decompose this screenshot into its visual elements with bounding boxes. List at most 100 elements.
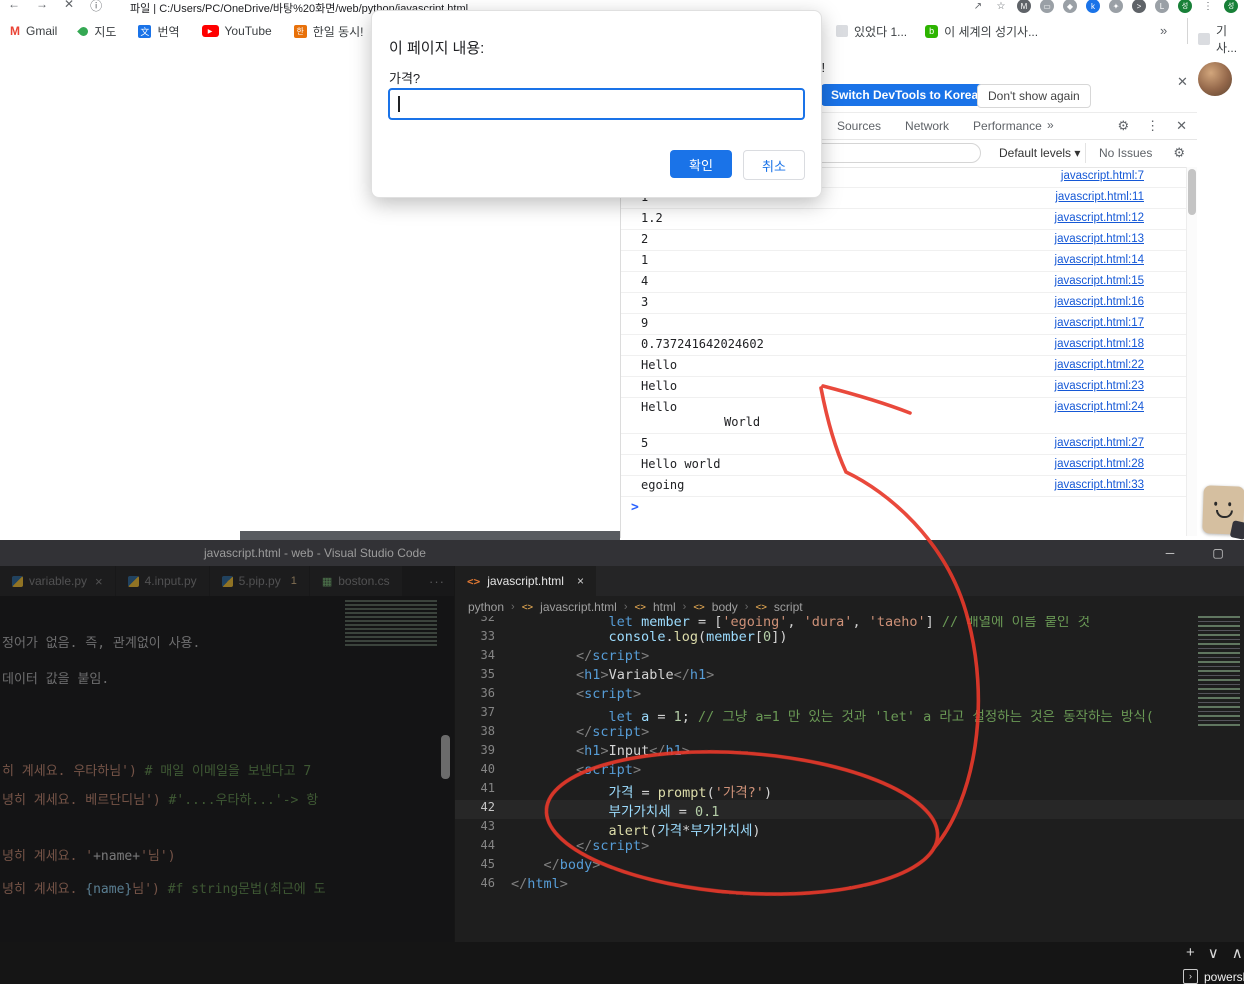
scrollbar-thumb[interactable] [1188, 169, 1196, 215]
bookmark-star-icon[interactable]: ☆ [994, 0, 1008, 13]
code-text[interactable]: let a = 1; // 그냥 a=1 만 있는 것과 'let' a 라고 … [511, 705, 1154, 725]
line-number[interactable]: 40 [455, 762, 511, 781]
forward-icon[interactable]: → [36, 0, 48, 14]
left-editor-code-line[interactable]: 녕히 계세요. '+name+'님') [2, 845, 176, 864]
stop-icon[interactable]: ✕ [64, 0, 74, 14]
code-text[interactable]: let member = ['egoing', 'dura', 'taeho']… [511, 616, 1090, 630]
kebab-menu-icon[interactable]: ⋮ [1146, 118, 1159, 134]
editor-tab[interactable]: 4.input.py [115, 566, 210, 596]
extension-icon-code[interactable]: > [1132, 0, 1146, 13]
profile-avatar[interactable] [1198, 62, 1232, 96]
line-number[interactable]: 38 [455, 724, 511, 743]
back-icon[interactable]: ← [8, 0, 20, 14]
console-source-link[interactable]: javascript.html:16 [1055, 295, 1144, 310]
line-number[interactable]: 46 [455, 876, 511, 895]
log-levels-dropdown[interactable]: Default levels ▾ [999, 146, 1080, 160]
devtools-close-icon[interactable]: ✕ [1176, 118, 1187, 134]
code-text[interactable]: <h1>Variable</h1> [511, 667, 714, 686]
profile-badge-icon-2[interactable]: 성 [1224, 0, 1238, 13]
code-text[interactable]: 부가가치세 = 0.1 [511, 800, 720, 820]
line-number[interactable]: 33 [455, 629, 511, 648]
devtools-tab-sources[interactable]: Sources [837, 119, 881, 133]
minimap[interactable] [1198, 616, 1240, 728]
tab-close-icon[interactable]: × [95, 574, 103, 589]
menu-kebab-icon[interactable]: ⋮ [1201, 0, 1215, 13]
bookmark-item[interactable]: 지도 [77, 23, 116, 40]
left-minimap[interactable] [345, 600, 437, 646]
console-source-link[interactable]: javascript.html:23 [1055, 379, 1144, 394]
console-prompt-chevron-icon[interactable]: > [631, 500, 639, 515]
maximize-icon[interactable]: ▢ [1196, 540, 1240, 566]
page-info-icon[interactable]: ⓘ [90, 0, 102, 14]
dialog-cancel-button[interactable]: 취소 [743, 150, 805, 180]
more-tabs-icon[interactable]: » [1047, 118, 1054, 132]
console-source-link[interactable]: javascript.html:13 [1055, 232, 1144, 247]
panel-maximize-icon[interactable]: ∧ [1232, 944, 1243, 962]
console-source-link[interactable]: javascript.html:18 [1055, 337, 1144, 352]
extension-icon-k[interactable]: k [1086, 0, 1100, 13]
breadcrumb-item[interactable]: python [468, 600, 504, 614]
code-text[interactable]: 가격 = prompt('가격?') [511, 781, 773, 801]
new-terminal-icon[interactable]: + [1186, 944, 1195, 962]
left-editor-code-line[interactable]: 정어가 없음. 즉, 관계없이 사용. [2, 632, 200, 651]
code-text[interactable]: alert(가격*부가가치세) [511, 819, 761, 839]
line-number[interactable]: 41 [455, 781, 511, 800]
extension-icon-shield[interactable]: ◆ [1063, 0, 1077, 13]
console-source-link[interactable]: javascript.html:24 [1055, 400, 1144, 415]
console-source-link[interactable]: javascript.html:7 [1061, 169, 1144, 184]
console-source-link[interactable]: javascript.html:27 [1055, 436, 1144, 451]
breadcrumb-item[interactable]: body [712, 600, 738, 614]
console-source-link[interactable]: javascript.html:15 [1055, 274, 1144, 289]
devtools-tab-network[interactable]: Network [905, 119, 949, 133]
left-editor[interactable]: 정어가 없음. 즉, 관계없이 사용. 데이터 값을 붙임. 히 계세요. 우타하님… [0, 596, 454, 942]
profile-badge-icon[interactable]: 성 [1178, 0, 1192, 13]
console-source-link[interactable]: javascript.html:11 [1055, 190, 1144, 205]
code-text[interactable]: console.log(member[0]) [511, 629, 788, 648]
code-text[interactable]: </html> [511, 876, 568, 895]
bookmark-item[interactable]: b 이 세계의 성기사... [925, 23, 1038, 40]
line-number[interactable]: 45 [455, 857, 511, 876]
code-text[interactable]: <script> [511, 762, 641, 781]
editor-tab[interactable]: ▦ boston.cs [309, 566, 403, 596]
infobar-close-icon[interactable]: ✕ [1177, 74, 1188, 90]
code-text[interactable]: </script> [511, 648, 649, 667]
left-editor-code-line[interactable]: 녕히 계세요. {name}님') #f string문법(최근에 도 [2, 878, 326, 897]
devtools-tab-performance[interactable]: Performance [973, 119, 1042, 133]
console-source-link[interactable]: javascript.html:28 [1055, 457, 1144, 472]
left-editor-code-line[interactable]: 녕히 계세요. 베르단디님') #'....우타하...'-> 항 [2, 789, 318, 808]
bookmark-item[interactable]: 文 번역 [138, 23, 180, 40]
left-editor-code-line[interactable]: 데이터 값을 붙임. [2, 668, 109, 687]
line-number[interactable]: 34 [455, 648, 511, 667]
extension-icon-puzzle[interactable]: ✦ [1109, 0, 1123, 13]
bookmark-item[interactable]: 있었다 1... [836, 23, 907, 40]
terminal-dropdown-icon[interactable]: ∨ [1208, 944, 1219, 962]
editor-tab[interactable]: 5.pip.py 1 [209, 566, 310, 596]
code-text[interactable]: <script> [511, 686, 641, 705]
console-source-link[interactable]: javascript.html:17 [1055, 316, 1144, 331]
console-source-link[interactable]: javascript.html:22 [1055, 358, 1144, 373]
console-source-link[interactable]: javascript.html:12 [1055, 211, 1144, 226]
share-icon[interactable]: ↗ [971, 0, 985, 13]
code-text[interactable]: </body> [511, 857, 601, 876]
breadcrumb-item[interactable]: script [774, 600, 803, 614]
issues-counter[interactable]: No Issues [1099, 146, 1152, 160]
code-text[interactable]: </script> [511, 724, 649, 743]
extension-icon-cast[interactable]: ▭ [1040, 0, 1054, 13]
editor-tab[interactable]: variable.py × [0, 566, 116, 596]
breadcrumb-item[interactable]: html [653, 600, 676, 614]
code-editor[interactable]: 32 let member = ['egoing', 'dura', 'taeh… [455, 616, 1244, 916]
extension-icon-l[interactable]: L [1155, 0, 1169, 13]
bookmark-item[interactable]: 한 한일 동시! [293, 23, 364, 40]
dont-show-again-button[interactable]: Don't show again [977, 84, 1091, 108]
line-number[interactable]: 32 [455, 616, 511, 629]
bookmark-item[interactable]: 기사... [1198, 22, 1244, 56]
console-source-link[interactable]: javascript.html:33 [1055, 478, 1144, 493]
line-number[interactable]: 35 [455, 667, 511, 686]
code-text[interactable]: <h1>Input</h1> [511, 743, 690, 762]
switch-language-button[interactable]: Switch DevTools to Korean [821, 84, 996, 106]
code-text[interactable]: </script> [511, 838, 649, 857]
bookmark-item[interactable]: M Gmail [10, 24, 57, 38]
tab-close-icon[interactable]: × [577, 574, 584, 588]
dialog-ok-button[interactable]: 확인 [670, 150, 732, 178]
line-number[interactable]: 37 [455, 705, 511, 724]
